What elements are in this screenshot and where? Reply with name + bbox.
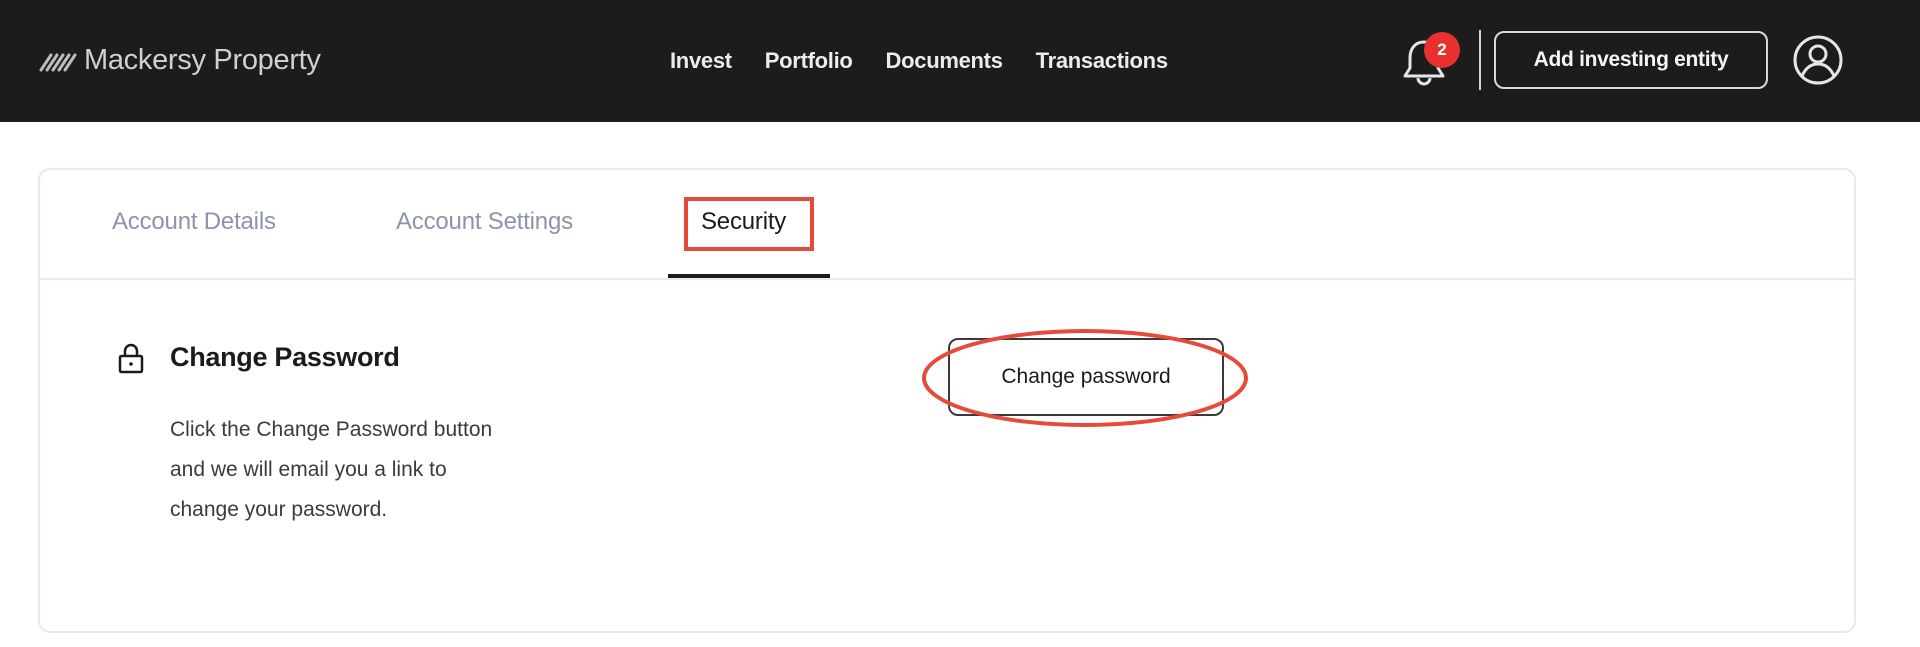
lock-icon (118, 343, 144, 374)
nav-invest[interactable]: Invest (670, 48, 732, 74)
change-password-description: Click the Change Password button and we … (170, 410, 530, 530)
account-tabs: Account Details Account Settings Securit… (40, 170, 1854, 280)
nav-portfolio[interactable]: Portfolio (765, 48, 853, 74)
user-account-icon[interactable] (1792, 34, 1844, 86)
nav-documents[interactable]: Documents (886, 48, 1003, 74)
description-line: Click the Change Password button (170, 418, 493, 441)
change-password-button[interactable]: Change password (948, 338, 1224, 416)
logo-stripes-icon (39, 53, 77, 72)
description-line: change your password. (170, 498, 388, 521)
tab-account-settings[interactable]: Account Settings (396, 208, 573, 236)
change-password-heading: Change Password (170, 342, 400, 372)
notification-badge: 2 (1424, 32, 1460, 68)
header-divider (1479, 30, 1481, 90)
tab-security[interactable]: Security (701, 208, 786, 236)
nav-transactions[interactable]: Transactions (1036, 48, 1168, 74)
top-navigation-bar: Mackersy Property Invest Portfolio Docum… (0, 0, 1920, 122)
add-investing-entity-button[interactable]: Add investing entity (1494, 31, 1768, 89)
main-nav: Invest Portfolio Documents Transactions (670, 43, 1168, 79)
description-line: and we will email you a link to (170, 458, 447, 481)
brand-logo[interactable]: Mackersy Property (38, 40, 321, 80)
account-card: Account Details Account Settings Securit… (38, 168, 1856, 633)
active-tab-indicator (668, 274, 830, 278)
brand-name: Mackersy Property (84, 43, 321, 76)
tab-account-details[interactable]: Account Details (112, 208, 276, 236)
